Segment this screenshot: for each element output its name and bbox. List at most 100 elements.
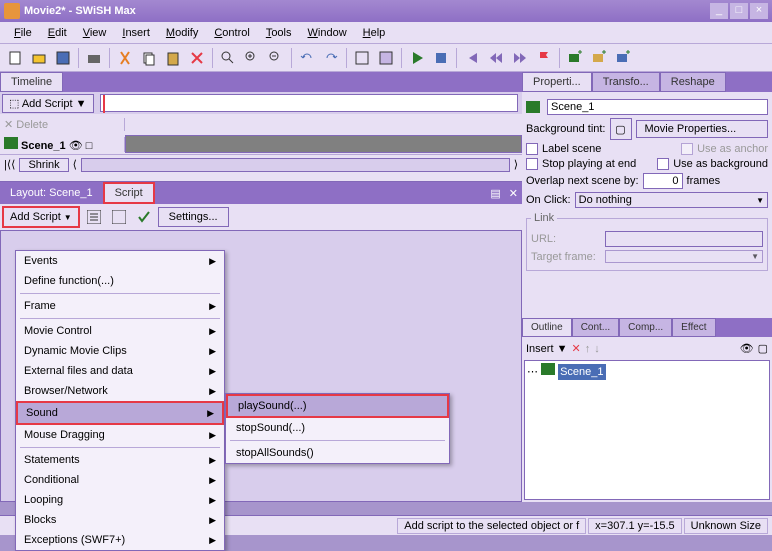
stop-playing-checkbox[interactable]	[526, 158, 538, 170]
add-script-dropdown[interactable]: Add Script	[2, 206, 80, 228]
forward-icon[interactable]	[509, 47, 531, 69]
use-bg-checkbox[interactable]	[657, 158, 669, 170]
menu-mouse[interactable]: Mouse Dragging▶	[16, 425, 224, 445]
rewind-start-icon[interactable]	[461, 47, 483, 69]
tab-script[interactable]: Script	[103, 182, 155, 204]
minimize-button[interactable]: _	[710, 3, 728, 19]
tab-effect[interactable]: Effect	[672, 318, 715, 337]
toolbar	[0, 44, 772, 72]
menu-blocks[interactable]: Blocks▶	[16, 510, 224, 530]
menu-edit[interactable]: Edit	[40, 25, 75, 41]
new-icon[interactable]	[4, 47, 26, 69]
paste-icon[interactable]	[162, 47, 184, 69]
search-icon[interactable]	[217, 47, 239, 69]
arrow-down-icon[interactable]: ↓	[594, 343, 600, 355]
menu-view[interactable]: View	[75, 25, 115, 41]
menubar: File Edit View Insert Modify Control Too…	[0, 22, 772, 44]
menu-tools[interactable]: Tools	[258, 25, 300, 41]
play-icon[interactable]	[406, 47, 428, 69]
scene-row[interactable]: Scene_1 👁 □	[0, 137, 125, 152]
redo-icon[interactable]	[320, 47, 342, 69]
tab-properties[interactable]: Properti...	[522, 72, 592, 92]
on-click-select[interactable]: Do nothing	[575, 192, 768, 208]
layout-icon[interactable]	[375, 47, 397, 69]
status-size: Unknown Size	[684, 518, 768, 534]
menu-statements[interactable]: Statements▶	[16, 450, 224, 470]
script-list-icon[interactable]	[83, 206, 105, 228]
panel-close-icon[interactable]: ✕	[505, 187, 522, 200]
tab-layout[interactable]: Layout: Scene_1	[0, 184, 103, 202]
script-tree-icon[interactable]	[108, 206, 130, 228]
menu-window[interactable]: Window	[300, 25, 355, 41]
menu-exceptions[interactable]: Exceptions (SWF7+)▶	[16, 530, 224, 550]
menu-movie-control[interactable]: Movie Control▶	[16, 321, 224, 341]
lock-icon[interactable]: ▢	[758, 342, 768, 355]
add-scene-icon[interactable]	[564, 47, 586, 69]
app-icon	[4, 3, 20, 19]
script-check-icon[interactable]	[133, 206, 155, 228]
bg-tint-swatch[interactable]: ▢	[610, 118, 632, 140]
outline-delete-icon[interactable]: ✕	[571, 342, 580, 355]
submenu-play-sound[interactable]: playSound(...)	[226, 394, 449, 418]
flag-icon[interactable]	[533, 47, 555, 69]
close-button[interactable]: ×	[750, 3, 768, 19]
movie-props-button[interactable]: Movie Properties...	[636, 120, 769, 138]
overlap-input[interactable]	[643, 173, 683, 189]
outline-tree-item[interactable]: ⋯ Scene_1	[527, 363, 767, 380]
scene-icon	[541, 363, 555, 375]
menu-conditional[interactable]: Conditional▶	[16, 470, 224, 490]
submenu-stop-sound[interactable]: stopSound(...)	[226, 418, 449, 438]
tab-reshape[interactable]: Reshape	[660, 72, 726, 92]
menu-looping[interactable]: Looping▶	[16, 490, 224, 510]
scene-name-input[interactable]	[547, 99, 768, 115]
menu-file[interactable]: File	[6, 25, 40, 41]
target-select	[605, 250, 763, 263]
open-icon[interactable]	[28, 47, 50, 69]
arrow-up-icon[interactable]: ↑	[585, 343, 591, 355]
tab-transform[interactable]: Transfo...	[592, 72, 660, 92]
props-icon[interactable]	[351, 47, 373, 69]
save-icon[interactable]	[52, 47, 74, 69]
menu-define-function[interactable]: Define function(...)	[16, 271, 224, 291]
add-layer-icon[interactable]	[588, 47, 610, 69]
undo-icon[interactable]	[296, 47, 318, 69]
menu-help[interactable]: Help	[355, 25, 394, 41]
menu-control[interactable]: Control	[206, 25, 257, 41]
tab-components[interactable]: Comp...	[619, 318, 672, 337]
url-input	[605, 231, 763, 247]
menu-events[interactable]: Events▶	[16, 251, 224, 271]
camera-icon[interactable]	[83, 47, 105, 69]
maximize-button[interactable]: □	[730, 3, 748, 19]
insert-dropdown[interactable]: Insert ▼	[526, 343, 567, 355]
copy-icon[interactable]	[138, 47, 160, 69]
delete-icon[interactable]	[186, 47, 208, 69]
menu-dynamic-clips[interactable]: Dynamic Movie Clips▶	[16, 341, 224, 361]
panel-menu-icon[interactable]: ▤	[486, 187, 504, 200]
shrink-button[interactable]: Shrink	[19, 158, 68, 172]
tab-content[interactable]: Cont...	[572, 318, 619, 337]
sound-submenu: playSound(...) stopSound(...) stopAllSou…	[225, 393, 450, 464]
settings-button[interactable]: Settings...	[158, 207, 229, 227]
status-coords: x=307.1 y=-15.5	[588, 518, 682, 534]
menu-external[interactable]: External files and data▶	[16, 361, 224, 381]
menu-insert[interactable]: Insert	[114, 25, 158, 41]
timeline-add-script[interactable]: ⬚ Add Script ▼	[2, 94, 94, 113]
label-scene-checkbox[interactable]	[526, 143, 538, 155]
delete-icon: ✕	[4, 119, 13, 131]
window-title: Movie2* - SWiSH Max	[24, 5, 708, 17]
bg-tint-label: Background tint:	[526, 123, 606, 135]
menu-browser[interactable]: Browser/Network▶	[16, 381, 224, 401]
menu-modify[interactable]: Modify	[158, 25, 206, 41]
add-object-icon[interactable]	[612, 47, 634, 69]
menu-frame[interactable]: Frame▶	[16, 296, 224, 316]
stop-icon[interactable]	[430, 47, 452, 69]
zoom-in-icon[interactable]	[241, 47, 263, 69]
rewind-icon[interactable]	[485, 47, 507, 69]
menu-sound[interactable]: Sound▶	[16, 401, 224, 425]
tab-timeline[interactable]: Timeline	[0, 72, 63, 92]
zoom-out-icon[interactable]	[265, 47, 287, 69]
eye-icon[interactable]: 👁	[740, 342, 754, 355]
cut-icon[interactable]	[114, 47, 136, 69]
tab-outline[interactable]: Outline	[522, 318, 572, 337]
submenu-stop-all[interactable]: stopAllSounds()	[226, 443, 449, 463]
